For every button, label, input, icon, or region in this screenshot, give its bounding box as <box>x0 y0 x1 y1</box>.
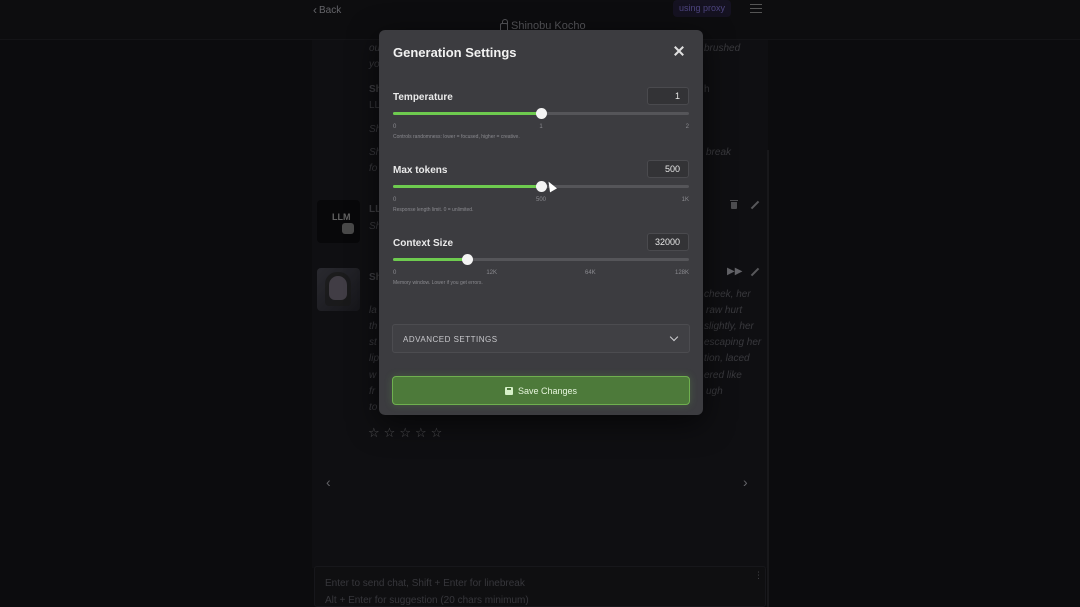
generation-settings-modal: Generation Settings Temperature 1 0 1 2 … <box>379 30 703 415</box>
slider-thumb[interactable] <box>462 254 473 265</box>
max-tokens-slider[interactable] <box>393 181 689 192</box>
slider-thumb[interactable] <box>536 108 547 119</box>
setting-label: Context Size <box>393 238 454 249</box>
modal-title: Generation Settings <box>393 45 517 60</box>
tick-label: 1K <box>681 197 689 203</box>
floppy-disk-icon <box>504 386 513 395</box>
advanced-settings-toggle[interactable]: ADVANCED SETTINGS <box>392 324 690 353</box>
tick-label: 0 <box>393 124 397 130</box>
tick-label: 2 <box>685 124 689 130</box>
tick-label: 64K <box>584 270 596 276</box>
save-changes-label: Save Changes <box>517 385 578 396</box>
tick-label: 128K <box>674 270 689 276</box>
tick-label: 12K <box>486 270 497 276</box>
temperature-slider[interactable] <box>393 108 689 119</box>
slider-ticks: 0 12K 64K 128K <box>393 270 689 278</box>
save-changes-button[interactable]: Save Changes <box>392 376 690 405</box>
chevron-down-icon <box>669 332 679 342</box>
slider-ticks: 0 1 2 <box>393 124 689 132</box>
setting-hint: Controls randomness: lower = focused, hi… <box>393 134 520 140</box>
close-icon[interactable] <box>671 43 687 59</box>
tick-label: 1 <box>539 124 543 130</box>
setting-label: Max tokens <box>393 165 448 176</box>
context-size-slider[interactable] <box>393 254 689 265</box>
advanced-settings-label: ADVANCED SETTINGS <box>403 335 498 344</box>
setting-hint: Memory window. Lower if you get errors. <box>393 280 483 286</box>
context-size-input[interactable]: 32000 <box>647 233 689 251</box>
setting-label: Temperature <box>393 92 453 103</box>
max-tokens-input[interactable]: 500 <box>647 160 689 178</box>
slider-ticks: 0 500 1K <box>393 197 689 205</box>
tick-label: 0 <box>393 197 397 203</box>
setting-hint: Response length limit. 0 = unlimited. <box>393 207 474 213</box>
tick-label: 500 <box>535 197 547 203</box>
tick-label: 0 <box>393 270 397 276</box>
temperature-input[interactable]: 1 <box>647 87 689 105</box>
